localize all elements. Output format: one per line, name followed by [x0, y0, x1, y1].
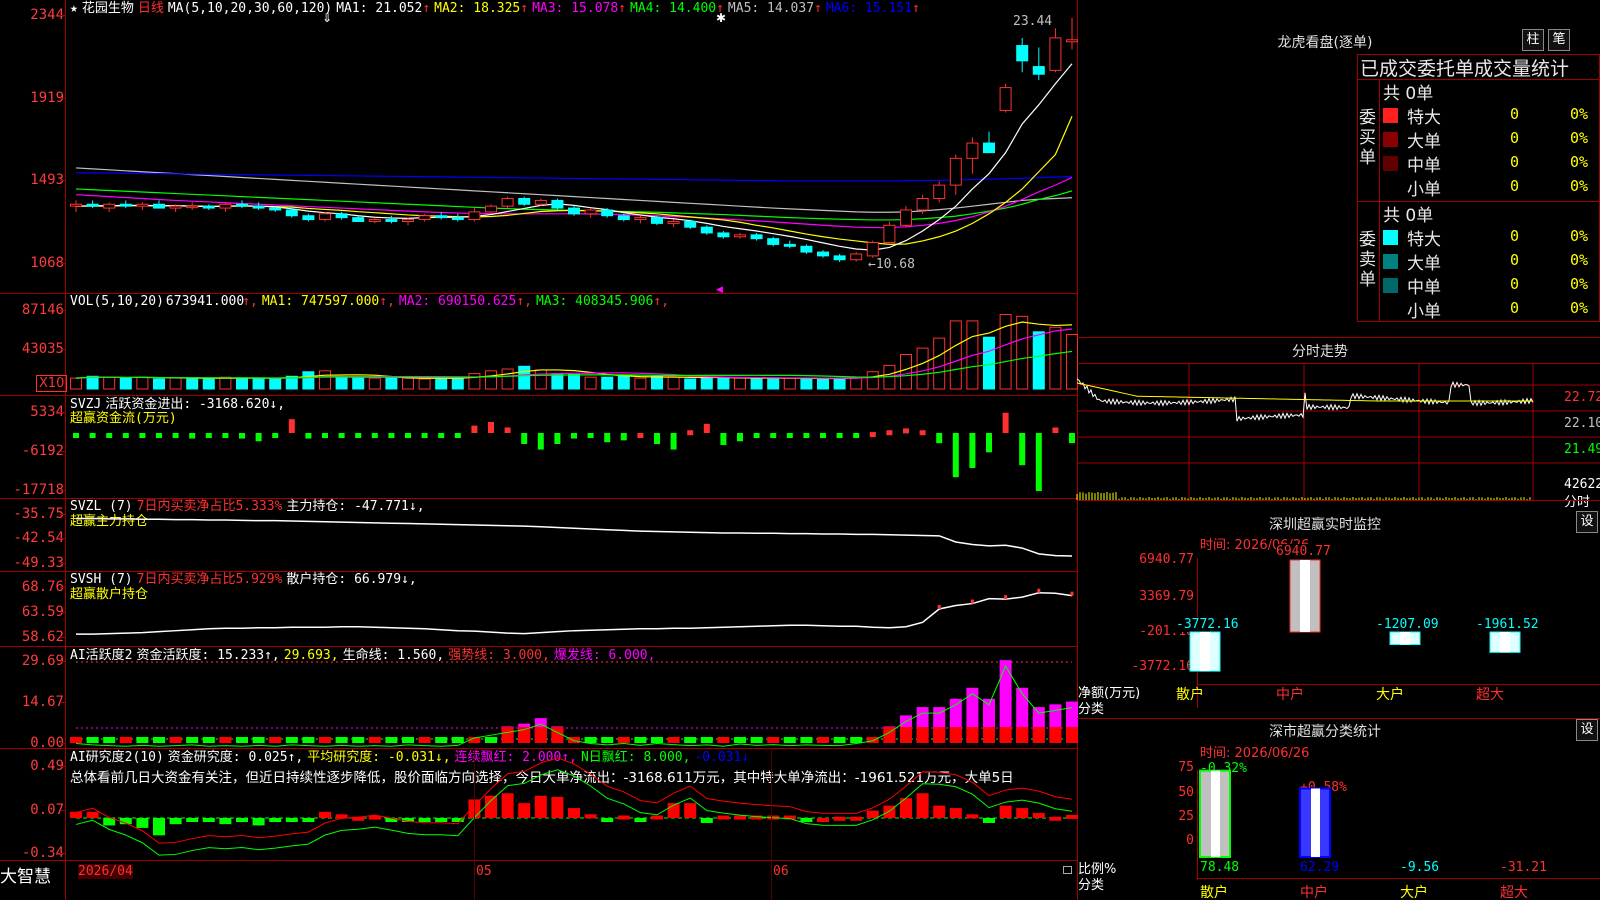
sc-bar-shine-1	[1311, 788, 1320, 857]
sc-bar-chart	[1199, 769, 1331, 859]
sc-bar-shine-0	[1211, 770, 1220, 857]
